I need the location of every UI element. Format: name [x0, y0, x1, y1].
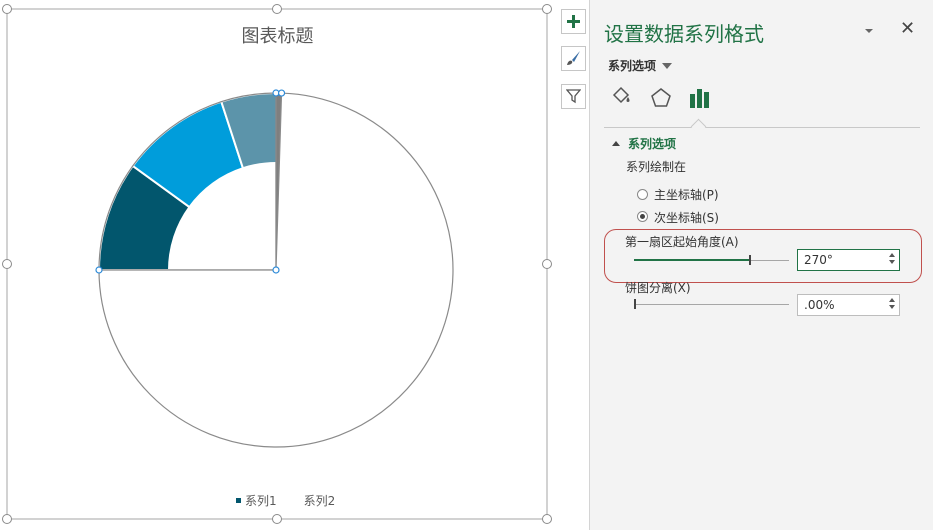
spinner-arrows[interactable]: [889, 253, 895, 264]
legend-swatch-icon: [294, 498, 300, 503]
tab-effects[interactable]: [647, 84, 675, 112]
resize-handle[interactable]: [542, 259, 552, 269]
legend-swatch-icon: [236, 498, 241, 503]
primary-axis-label[interactable]: 主坐标轴(P): [654, 186, 719, 203]
chart-area[interactable]: 图表标题 系列1 系列2: [0, 0, 560, 530]
tab-fill-line[interactable]: [607, 84, 635, 112]
paint-bucket-icon: [612, 86, 630, 104]
angle-value: 270°: [804, 253, 833, 267]
legend-item-series1[interactable]: 系列1: [236, 492, 277, 509]
resize-handle[interactable]: [542, 514, 552, 524]
legend-item-series2[interactable]: 系列2: [294, 492, 336, 509]
explosion-slider-thumb[interactable]: [634, 299, 636, 309]
legend-label: 系列1: [245, 494, 277, 508]
explosion-label: 饼图分离(X): [625, 281, 691, 295]
filter-icon: [566, 89, 581, 104]
series-selection-handle[interactable]: [277, 89, 286, 97]
arrow-down-icon[interactable]: [889, 305, 895, 309]
arrow-up-icon[interactable]: [889, 253, 895, 257]
series-selection-handle[interactable]: [95, 266, 103, 274]
bar-chart-icon: [690, 89, 709, 108]
pentagon-icon: [651, 88, 671, 107]
resize-handle[interactable]: [2, 259, 12, 269]
chart-legend[interactable]: 系列1 系列2: [236, 492, 335, 509]
resize-handle[interactable]: [272, 514, 282, 524]
chart-elements-button[interactable]: [561, 9, 586, 34]
collapse-triangle-icon: [612, 141, 620, 146]
angle-spinner[interactable]: 270°: [797, 249, 900, 271]
close-icon[interactable]: ✕: [900, 20, 915, 38]
resize-handle[interactable]: [542, 4, 552, 14]
primary-axis-radio[interactable]: [637, 189, 648, 200]
angle-label: 第一扇区起始角度(A): [625, 235, 739, 249]
angle-slider-thumb[interactable]: [749, 255, 752, 265]
plot-on-label: 系列绘制在: [626, 160, 687, 174]
arrow-down-icon[interactable]: [889, 260, 895, 264]
spinner-arrows[interactable]: [889, 298, 895, 309]
resize-handle[interactable]: [272, 4, 282, 14]
angle-slider-fill: [634, 259, 751, 261]
excel-window: 图表标题 系列1 系列2 设置数据系列格式 ✕ 系列选项 系列选项 系列绘制在 …: [0, 0, 933, 530]
format-series-pane: 设置数据系列格式 ✕ 系列选项 系列选项 系列绘制在 主坐标轴(P) 次坐标轴(…: [589, 0, 933, 530]
arrow-up-icon[interactable]: [889, 298, 895, 302]
series-options-section-header[interactable]: 系列选项: [612, 135, 676, 152]
series-options-dropdown[interactable]: 系列选项: [608, 57, 673, 74]
pane-title: 设置数据系列格式: [604, 22, 764, 46]
explosion-value: .00%: [804, 298, 835, 312]
explosion-slider-track[interactable]: [634, 304, 789, 305]
tab-divider: [604, 127, 920, 128]
legend-label: 系列2: [303, 494, 336, 508]
explosion-spinner[interactable]: .00%: [797, 294, 900, 316]
resize-handle[interactable]: [2, 4, 12, 14]
chart-styles-button[interactable]: [561, 46, 586, 71]
chart-canvas[interactable]: [0, 0, 560, 530]
series-selection-handle[interactable]: [272, 266, 280, 274]
chart-title[interactable]: 图表标题: [170, 22, 385, 48]
chevron-down-icon: [662, 62, 673, 69]
resize-handle[interactable]: [2, 514, 12, 524]
plus-icon: [567, 15, 580, 28]
secondary-axis-label[interactable]: 次坐标轴(S): [654, 209, 719, 226]
pie-slice-1[interactable]: [98, 92, 277, 271]
brush-icon: [567, 51, 580, 65]
chart-filters-button[interactable]: [561, 84, 586, 109]
section-title: 系列选项: [628, 137, 677, 151]
active-tab-indicator: [690, 118, 707, 135]
chevron-down-icon[interactable]: [862, 24, 876, 38]
tab-series-options[interactable]: [686, 84, 714, 112]
secondary-axis-radio[interactable]: [637, 211, 648, 222]
series-options-label: 系列选项: [608, 59, 657, 73]
